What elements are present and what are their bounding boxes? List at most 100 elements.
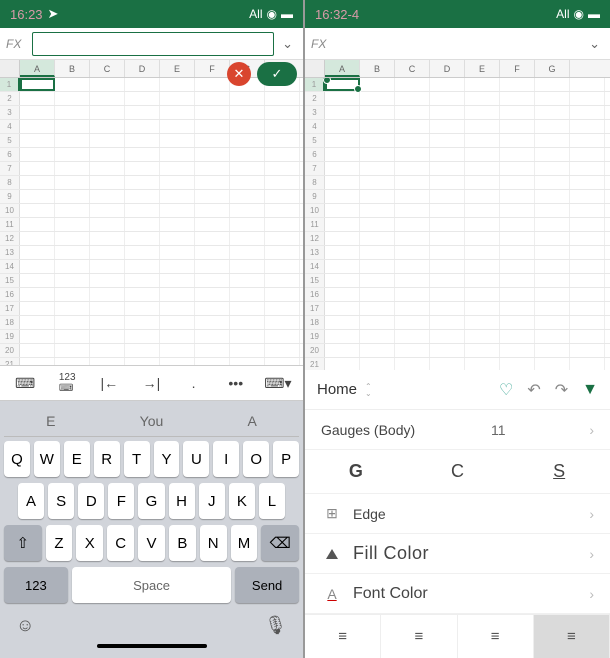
key-123[interactable]: 123 (4, 567, 68, 603)
row-header[interactable]: 6 (0, 148, 20, 161)
cell[interactable] (195, 344, 230, 357)
row-header[interactable]: 20 (305, 344, 325, 357)
suggestion-2[interactable]: You (140, 413, 164, 429)
cell[interactable] (90, 344, 125, 357)
row-header[interactable]: 3 (305, 106, 325, 119)
cell[interactable] (535, 120, 570, 133)
cell[interactable] (160, 176, 195, 189)
col-header-g[interactable]: G (535, 60, 570, 77)
cell[interactable] (395, 288, 430, 301)
cell[interactable] (430, 190, 465, 203)
cell[interactable] (430, 176, 465, 189)
cell[interactable] (465, 274, 500, 287)
cell[interactable] (55, 106, 90, 119)
cell[interactable] (160, 260, 195, 273)
align-left-button[interactable]: ≡ (305, 615, 381, 658)
cell[interactable] (360, 288, 395, 301)
key-r[interactable]: R (94, 441, 120, 477)
fill-color-row[interactable]: Fill Color › (305, 534, 610, 574)
cell[interactable] (395, 176, 430, 189)
spreadsheet-grid[interactable]: 123456789101112131415161718192021222324 (305, 78, 610, 370)
cell[interactable] (430, 316, 465, 329)
cell[interactable] (500, 176, 535, 189)
col-header-d[interactable]: D (430, 60, 465, 77)
cell[interactable] (230, 218, 265, 231)
row-header[interactable]: 4 (305, 120, 325, 133)
cell[interactable] (265, 218, 300, 231)
cell[interactable] (265, 330, 300, 343)
cell[interactable] (90, 274, 125, 287)
cell[interactable] (500, 316, 535, 329)
cell[interactable] (325, 176, 360, 189)
cell[interactable] (195, 260, 230, 273)
cell[interactable] (125, 92, 160, 105)
row-header[interactable]: 5 (305, 134, 325, 147)
cell[interactable] (20, 106, 55, 119)
cell[interactable] (125, 260, 160, 273)
cell[interactable] (325, 316, 360, 329)
cell[interactable] (55, 148, 90, 161)
row-header[interactable]: 11 (305, 218, 325, 231)
row-header[interactable]: 15 (305, 274, 325, 287)
cell[interactable] (125, 78, 160, 91)
cell[interactable] (535, 288, 570, 301)
cell[interactable] (20, 344, 55, 357)
cell[interactable] (55, 316, 90, 329)
cell[interactable] (20, 358, 55, 365)
cancel-button[interactable]: ✕ (227, 62, 251, 86)
cell[interactable] (500, 330, 535, 343)
cell[interactable] (125, 120, 160, 133)
cell[interactable] (395, 246, 430, 259)
col-header-c[interactable]: C (90, 60, 125, 77)
cell[interactable] (570, 302, 605, 315)
cell[interactable] (230, 344, 265, 357)
cell[interactable] (160, 302, 195, 315)
cell[interactable] (325, 274, 360, 287)
cell[interactable] (90, 176, 125, 189)
row-header[interactable]: 9 (305, 190, 325, 203)
cell[interactable] (430, 274, 465, 287)
cell[interactable] (360, 106, 395, 119)
row-header[interactable]: 5 (0, 134, 20, 147)
row-header[interactable]: 7 (305, 162, 325, 175)
tab-right-icon[interactable]: →| (136, 371, 166, 395)
cell[interactable] (20, 260, 55, 273)
cell[interactable] (395, 274, 430, 287)
col-header-a[interactable]: A (325, 60, 360, 77)
font-color-row[interactable]: A Font Color › (305, 574, 610, 614)
tab-switcher-icon[interactable]: ⌃⌄ (365, 383, 372, 397)
cell[interactable] (160, 134, 195, 147)
cell[interactable] (465, 176, 500, 189)
cell[interactable] (430, 78, 465, 91)
cell[interactable] (360, 162, 395, 175)
cell[interactable] (160, 288, 195, 301)
cell[interactable] (430, 204, 465, 217)
row-header[interactable]: 2 (305, 92, 325, 105)
cell[interactable] (535, 246, 570, 259)
cell[interactable] (230, 316, 265, 329)
cell[interactable] (395, 120, 430, 133)
cell[interactable] (465, 162, 500, 175)
cell[interactable] (265, 316, 300, 329)
cell[interactable] (325, 162, 360, 175)
cell[interactable] (395, 316, 430, 329)
cell[interactable] (125, 232, 160, 245)
cell[interactable] (535, 106, 570, 119)
row-header[interactable]: 17 (0, 302, 20, 315)
cell[interactable] (500, 92, 535, 105)
cell[interactable] (55, 218, 90, 231)
cell[interactable] (570, 246, 605, 259)
col-header-e[interactable]: E (465, 60, 500, 77)
cell[interactable] (195, 78, 230, 91)
cell[interactable] (325, 302, 360, 315)
row-header[interactable]: 18 (305, 316, 325, 329)
cell[interactable] (20, 92, 55, 105)
key-f[interactable]: F (108, 483, 134, 519)
row-header[interactable]: 9 (0, 190, 20, 203)
cell[interactable] (325, 120, 360, 133)
row-header[interactable]: 10 (305, 204, 325, 217)
cell[interactable] (325, 148, 360, 161)
cell[interactable] (325, 218, 360, 231)
undo-icon[interactable]: ↶ (527, 380, 540, 400)
cell[interactable] (195, 148, 230, 161)
